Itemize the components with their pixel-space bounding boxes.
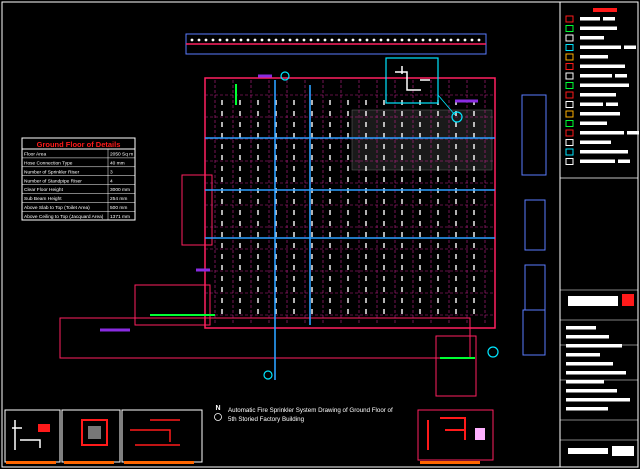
south-annex	[134, 284, 211, 326]
table-row-value: 3	[110, 169, 113, 175]
table-row-label: Above Ceiling to Top (Jacquard Area)	[24, 214, 104, 220]
table-row-value: 2050 Sq m	[110, 152, 133, 158]
table-row-label: Sub Beam Height	[24, 196, 62, 202]
drawing-title-block: N Automatic Fire Sprinkler System Drawin…	[214, 405, 393, 423]
table-row-label: Number of Standpipe Riser	[24, 178, 82, 184]
detail-callout	[385, 57, 456, 116]
table-row-label: Hose Connection Type	[24, 161, 73, 167]
west-wing	[181, 174, 213, 246]
detail-panel-1	[4, 409, 61, 463]
table-row-value: 500 mm	[110, 205, 127, 211]
table-row-label: Floor Area	[24, 152, 46, 158]
table-row-label: Above Slab to Top (Toilet Area)	[24, 205, 90, 211]
drawing-title-line1: Automatic Fire Sprinkler System Drawing …	[228, 407, 393, 414]
sheet-border	[1, 1, 639, 468]
table-row-value: 4	[110, 178, 113, 184]
north-label: N	[215, 405, 220, 412]
table-row-value: 1371 mm	[110, 214, 130, 220]
title-block-info	[560, 289, 638, 468]
table-row-value: 40 mm	[110, 161, 125, 167]
details-table: Ground Floor of Details Floor Area 2050 S…	[21, 137, 136, 221]
detail-panel-3	[121, 409, 203, 463]
table-row-label: Number of Sprinkler Riser	[24, 169, 80, 175]
floor-plan	[59, 71, 499, 397]
side-elevations	[521, 94, 547, 356]
cad-drawing-canvas: Ground Floor of Details Floor Area 2050 S…	[1, 1, 639, 468]
table-row-value: 254 mm	[110, 196, 127, 202]
north-arrow-icon	[214, 413, 222, 421]
table-row-value: 3000 mm	[110, 187, 130, 193]
drawing-title-line2: 5th Storied Factory Building	[228, 416, 305, 423]
table-title: Ground Floor of Details	[37, 140, 121, 149]
south-corridor	[59, 317, 471, 359]
table-row-label: Clear Floor Height	[24, 187, 64, 193]
elevation-strip	[185, 33, 487, 55]
legend-block	[560, 8, 639, 179]
